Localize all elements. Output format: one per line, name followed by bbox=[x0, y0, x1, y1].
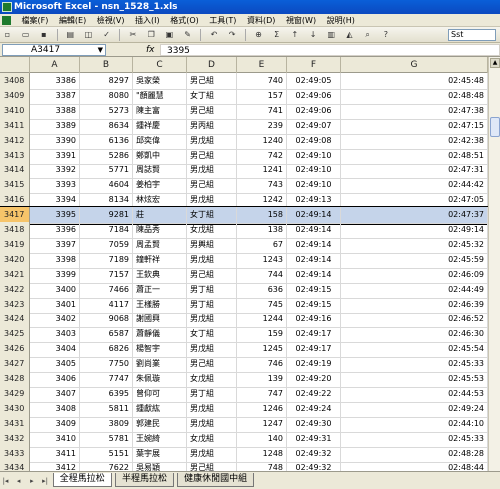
menu-file[interactable]: 檔案(F) bbox=[18, 14, 53, 27]
paste-icon[interactable]: ▣ bbox=[163, 29, 176, 41]
column-header-f[interactable]: F bbox=[287, 57, 341, 73]
column-header-e[interactable]: E bbox=[237, 57, 287, 73]
chevron-down-icon[interactable]: ▼ bbox=[98, 45, 103, 55]
toolbar-separator bbox=[56, 29, 58, 41]
cell-a[interactable]: 3412 bbox=[30, 460, 80, 471]
menu-help[interactable]: 說明(H) bbox=[323, 14, 359, 27]
toolbar-separator bbox=[119, 29, 121, 41]
column-header-b[interactable]: B bbox=[80, 57, 133, 73]
chart-wizard-icon[interactable]: ▥ bbox=[325, 29, 338, 41]
title-bar: Microsoft Excel - nsn_1528_1.xls bbox=[0, 0, 500, 14]
column-header-g[interactable]: G bbox=[341, 57, 488, 73]
scroll-thumb[interactable] bbox=[490, 117, 500, 137]
help-icon[interactable]: ? bbox=[379, 29, 392, 41]
font-name-select[interactable]: Sst bbox=[448, 29, 496, 41]
undo-icon[interactable]: ↶ bbox=[207, 29, 220, 41]
cell-g[interactable]: 02:48:44 bbox=[341, 460, 488, 471]
redo-icon[interactable]: ↷ bbox=[226, 29, 239, 41]
zoom-icon[interactable]: ⌕ bbox=[361, 29, 374, 41]
menu-window[interactable]: 視窗(W) bbox=[282, 14, 320, 27]
toolbar-separator bbox=[244, 29, 246, 41]
cell-reference: A3417 bbox=[31, 45, 61, 55]
menu-tools[interactable]: 工具(T) bbox=[205, 14, 240, 27]
cell-f[interactable]: 02:49:32 bbox=[287, 460, 341, 471]
select-all-corner[interactable] bbox=[0, 57, 30, 73]
next-sheet-button[interactable]: ▸ bbox=[27, 475, 36, 487]
window-title: Microsoft Excel - nsn_1528_1.xls bbox=[14, 2, 178, 12]
autosum-icon[interactable]: Σ bbox=[270, 29, 283, 41]
new-icon[interactable]: ▫ bbox=[1, 29, 14, 41]
standard-toolbar: ▫ ▭ ▪ ▤ ◫ ✓ ✂ ❐ ▣ ✎ ↶ ↷ ⊕ Σ ↑ ↓ ▥ ◭ ⌕ ? … bbox=[0, 27, 500, 43]
column-header-c[interactable]: C bbox=[133, 57, 187, 73]
sheet-tab-bar: |◂ ◂ ▸ ▸| 全程馬拉松 半程馬拉松 健康休閒國中組 bbox=[0, 471, 500, 489]
sheet-tab-health-leisure[interactable]: 健康休閒國中組 bbox=[177, 473, 255, 487]
cell-e[interactable]: 748 bbox=[237, 460, 287, 471]
drawing-icon[interactable]: ◭ bbox=[343, 29, 356, 41]
sort-ascending-icon[interactable]: ↑ bbox=[288, 29, 301, 41]
formula-input[interactable]: 3395 bbox=[160, 44, 500, 56]
print-preview-icon[interactable]: ◫ bbox=[82, 29, 95, 41]
menu-view[interactable]: 檢視(V) bbox=[93, 14, 129, 27]
function-icon[interactable]: fx bbox=[146, 44, 155, 56]
worksheet-grid[interactable]: A B C D E F G 3408 3386 8297 吳家榮 男己組 740 02:49… bbox=[0, 57, 500, 471]
column-header-a[interactable]: A bbox=[30, 57, 80, 73]
open-icon[interactable]: ▭ bbox=[19, 29, 32, 41]
sheet-tab-full-marathon[interactable]: 全程馬拉松 bbox=[52, 473, 112, 487]
toolbar-separator bbox=[200, 29, 202, 41]
menu-format[interactable]: 格式(O) bbox=[166, 14, 203, 27]
cell-d[interactable]: 男己組 bbox=[187, 460, 237, 471]
first-sheet-button[interactable]: |◂ bbox=[1, 475, 10, 487]
cell-b[interactable]: 7622 bbox=[80, 460, 133, 471]
excel-app-icon bbox=[2, 2, 12, 12]
row-header[interactable]: 3434 bbox=[0, 460, 30, 471]
formula-bar: A3417 ▼ fx 3395 bbox=[0, 43, 500, 57]
copy-icon[interactable]: ❐ bbox=[145, 29, 158, 41]
workbook-icon[interactable] bbox=[2, 16, 11, 25]
cell-c[interactable]: 吳易穎 bbox=[133, 460, 187, 471]
menu-insert[interactable]: 插入(I) bbox=[131, 14, 164, 27]
save-icon[interactable]: ▪ bbox=[37, 29, 50, 41]
table-row: 3434 3412 7622 吳易穎 男己組 748 02:49:32 02:48:44 bbox=[0, 460, 500, 471]
spelling-icon[interactable]: ✓ bbox=[100, 29, 113, 41]
sort-descending-icon[interactable]: ↓ bbox=[307, 29, 320, 41]
cut-icon[interactable]: ✂ bbox=[127, 29, 140, 41]
menu-bar: 檔案(F) 編輯(E) 檢視(V) 插入(I) 格式(O) 工具(T) 資料(D… bbox=[0, 14, 500, 27]
sheet-tab-half-marathon[interactable]: 半程馬拉松 bbox=[114, 473, 174, 487]
hyperlink-icon[interactable]: ⊕ bbox=[252, 29, 265, 41]
format-painter-icon[interactable]: ✎ bbox=[181, 29, 194, 41]
column-header-d[interactable]: D bbox=[187, 57, 237, 73]
scroll-up-icon[interactable]: ▲ bbox=[490, 58, 500, 68]
prev-sheet-button[interactable]: ◂ bbox=[14, 475, 23, 487]
last-sheet-button[interactable]: ▸| bbox=[41, 475, 50, 487]
menu-edit[interactable]: 編輯(E) bbox=[55, 14, 90, 27]
column-headers: A B C D E F G bbox=[0, 57, 500, 73]
vertical-scrollbar[interactable]: ▲ bbox=[488, 57, 500, 471]
name-box[interactable]: A3417 ▼ bbox=[2, 44, 106, 56]
menu-data[interactable]: 資料(D) bbox=[243, 14, 279, 27]
print-icon[interactable]: ▤ bbox=[64, 29, 77, 41]
